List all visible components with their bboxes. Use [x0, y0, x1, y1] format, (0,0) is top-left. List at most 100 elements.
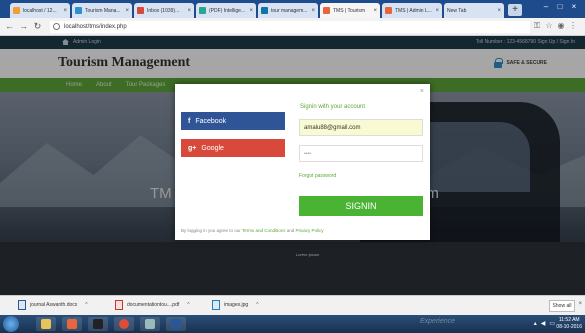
address-bar: ← → ↻ localhost/tms/index.php ⚿ ☆ ◉ ⋮	[0, 18, 585, 36]
forward-arrow-icon[interactable]: →	[18, 21, 29, 32]
tab-favicon-icon	[13, 7, 20, 14]
tray-arrow-icon[interactable]: ▴	[534, 320, 537, 327]
terms-prefix: By logging in you agree to our	[181, 228, 241, 233]
chevron-up-icon[interactable]: ^	[187, 302, 189, 308]
menu-icon[interactable]: ⋮	[567, 21, 579, 31]
key-icon[interactable]: ⚿	[531, 21, 543, 31]
window-controls: – □ ×	[539, 2, 581, 12]
facebook-label: Facebook	[195, 117, 227, 125]
tab-tms-admin[interactable]: TMS | Admin L... ×	[382, 3, 442, 18]
signin-button[interactable]: SIGNIN	[299, 196, 423, 216]
url-text: localhost/tms/index.php	[64, 23, 127, 30]
tab-localhost[interactable]: localhost / 12... ×	[10, 3, 70, 18]
tab-tms-tourism[interactable]: TMS | Tourism ×	[320, 3, 380, 18]
network-icon[interactable]: ▭	[549, 320, 555, 327]
pdf-file-icon	[115, 300, 123, 310]
taskbar-terminal[interactable]	[88, 317, 108, 331]
download-filename: journal Aswanth.docx	[30, 302, 78, 308]
tab-label: TMS | Tourism	[333, 7, 366, 14]
tab-close-icon[interactable]: ×	[497, 8, 501, 14]
clock[interactable]: 11:52 AM 08-10-2016	[556, 317, 582, 331]
facebook-button[interactable]: f Facebook	[181, 112, 285, 130]
chevron-up-icon[interactable]: ^	[85, 302, 87, 308]
system-tray: ▴ ◀ ▭	[534, 320, 559, 327]
tab-close-icon[interactable]: ×	[125, 8, 129, 14]
tab-close-icon[interactable]: ×	[311, 8, 315, 14]
browser-tab-bar: localhost / 12... × Tourism Mana... × In…	[0, 0, 585, 18]
terminal-icon	[93, 319, 103, 329]
taskbar-word[interactable]	[166, 317, 186, 331]
image-file-icon	[212, 300, 220, 310]
url-input[interactable]: localhost/tms/index.php	[50, 20, 530, 33]
taskbar-explorer[interactable]	[36, 317, 56, 331]
tab-label: tour managem...	[271, 7, 308, 14]
tab-tour-management[interactable]: tour managem... ×	[258, 3, 318, 18]
minimize-icon[interactable]: –	[539, 2, 553, 12]
xampp-icon	[67, 319, 77, 329]
tab-label: Tourism Mana...	[85, 7, 121, 14]
taskbar-chrome[interactable]	[114, 317, 134, 331]
close-icon[interactable]: ×	[420, 88, 424, 95]
back-arrow-icon[interactable]: ←	[4, 21, 15, 32]
tab-favicon-icon	[323, 7, 330, 14]
download-item[interactable]: journal Aswanth.docx ^	[18, 300, 88, 310]
tab-close-icon[interactable]: ×	[249, 8, 253, 14]
new-tab-plus-icon[interactable]: +	[508, 4, 522, 16]
tab-close-icon[interactable]: ×	[435, 8, 439, 14]
download-filename: documentationtou....pdf	[127, 302, 180, 308]
download-item[interactable]: images.jpg ^	[212, 300, 259, 310]
tab-close-icon[interactable]: ×	[63, 8, 67, 14]
word-file-icon	[18, 300, 26, 310]
extension-icon[interactable]: ◉	[555, 21, 567, 31]
clock-time: 11:52 AM	[558, 317, 580, 323]
windows-taskbar: Experience ▴ ◀ ▭ 11:52 AM 08-10-2016	[0, 315, 585, 333]
google-label: Google	[201, 144, 224, 152]
tab-favicon-icon	[199, 7, 206, 14]
volume-icon[interactable]: ◀	[541, 320, 546, 327]
password-field[interactable]: ••••	[299, 145, 423, 162]
tab-strip: localhost / 12... × Tourism Mana... × In…	[10, 3, 522, 18]
download-filename: images.jpg	[224, 302, 249, 308]
address-bar-icons: ⚿ ☆ ◉ ⋮	[531, 21, 579, 31]
folder-icon	[41, 319, 51, 329]
tab-inbox[interactable]: Inbox (1039)... ×	[134, 3, 194, 18]
show-all-button[interactable]: Show all	[549, 300, 575, 312]
close-window-icon[interactable]: ×	[567, 2, 581, 12]
google-button[interactable]: g+ Google	[181, 139, 285, 157]
tab-close-icon[interactable]: ×	[187, 8, 191, 14]
downloads-bar: journal Aswanth.docx ^ documentationtou.…	[0, 295, 585, 315]
tab-label: (PDF) Intellige...	[209, 7, 246, 14]
maximize-icon[interactable]: □	[553, 2, 567, 12]
taskbar-xampp[interactable]	[62, 317, 82, 331]
tab-label: TMS | Admin L...	[395, 7, 432, 14]
chevron-up-icon[interactable]: ^	[256, 302, 258, 308]
app-icon	[145, 319, 155, 329]
tab-tourism-manage[interactable]: Tourism Mana... ×	[72, 3, 132, 18]
word-icon	[171, 319, 181, 329]
terms-and: and	[286, 228, 295, 233]
download-item[interactable]: documentationtou....pdf ^	[115, 300, 190, 310]
tab-favicon-icon	[385, 7, 392, 14]
privacy-link[interactable]: Privacy Policy	[296, 228, 324, 233]
web-page: Admin Login Toll Number : 123-4568790 Si…	[0, 36, 585, 295]
terms-link[interactable]: Terms and Conditions	[242, 228, 286, 233]
signin-title: Signin with your account	[300, 104, 366, 110]
bookmark-star-icon[interactable]: ☆	[543, 21, 555, 31]
tab-new-tab[interactable]: New Tab ×	[444, 3, 504, 18]
close-downloads-icon[interactable]: ×	[578, 301, 582, 307]
taskbar-app[interactable]	[140, 317, 160, 331]
tab-label: localhost / 12...	[23, 7, 57, 14]
forgot-password-link[interactable]: Forgot password	[299, 173, 336, 179]
clock-date: 08-10-2016	[556, 324, 582, 330]
start-button-icon[interactable]	[3, 316, 19, 332]
reload-icon[interactable]: ↻	[32, 21, 43, 32]
signin-modal: × f Facebook g+ Google Signin with your …	[175, 84, 430, 240]
tab-label: New Tab	[447, 7, 467, 14]
page-info-icon[interactable]	[53, 23, 60, 30]
chrome-icon	[119, 319, 129, 329]
tab-pdf-intelligent[interactable]: (PDF) Intellige... ×	[196, 3, 256, 18]
tab-close-icon[interactable]: ×	[373, 8, 377, 14]
email-field[interactable]: amalu88@gmail.com	[299, 119, 423, 136]
facebook-icon: f	[188, 117, 191, 125]
tab-favicon-icon	[137, 7, 144, 14]
